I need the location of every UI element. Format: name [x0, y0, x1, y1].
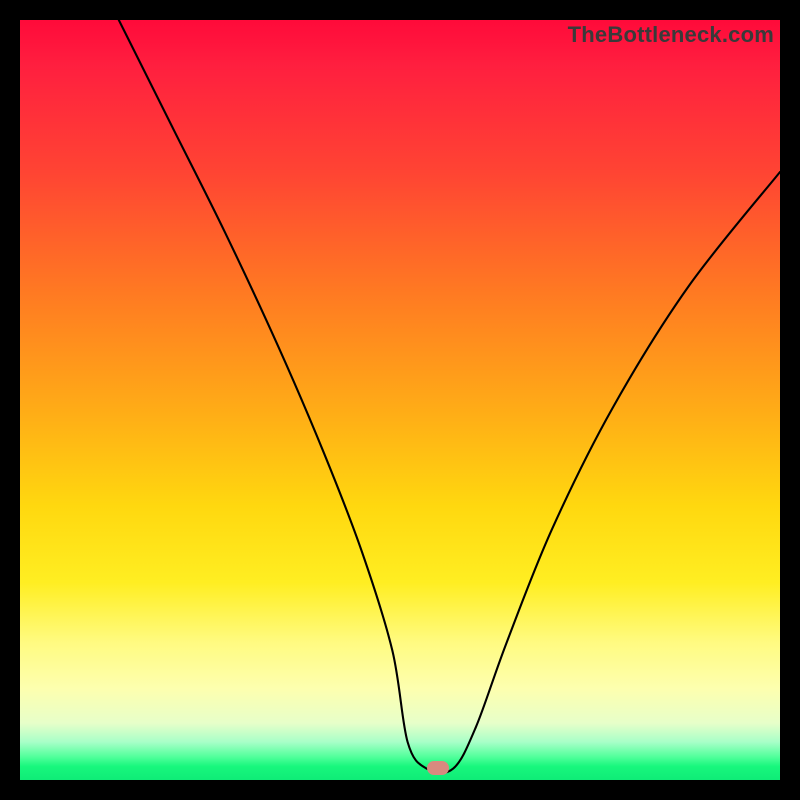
chart-frame: TheBottleneck.com: [0, 0, 800, 800]
bottleneck-curve: [20, 20, 780, 780]
watermark-text: TheBottleneck.com: [568, 22, 774, 48]
optimal-point-marker: [427, 761, 449, 775]
plot-area: TheBottleneck.com: [20, 20, 780, 780]
